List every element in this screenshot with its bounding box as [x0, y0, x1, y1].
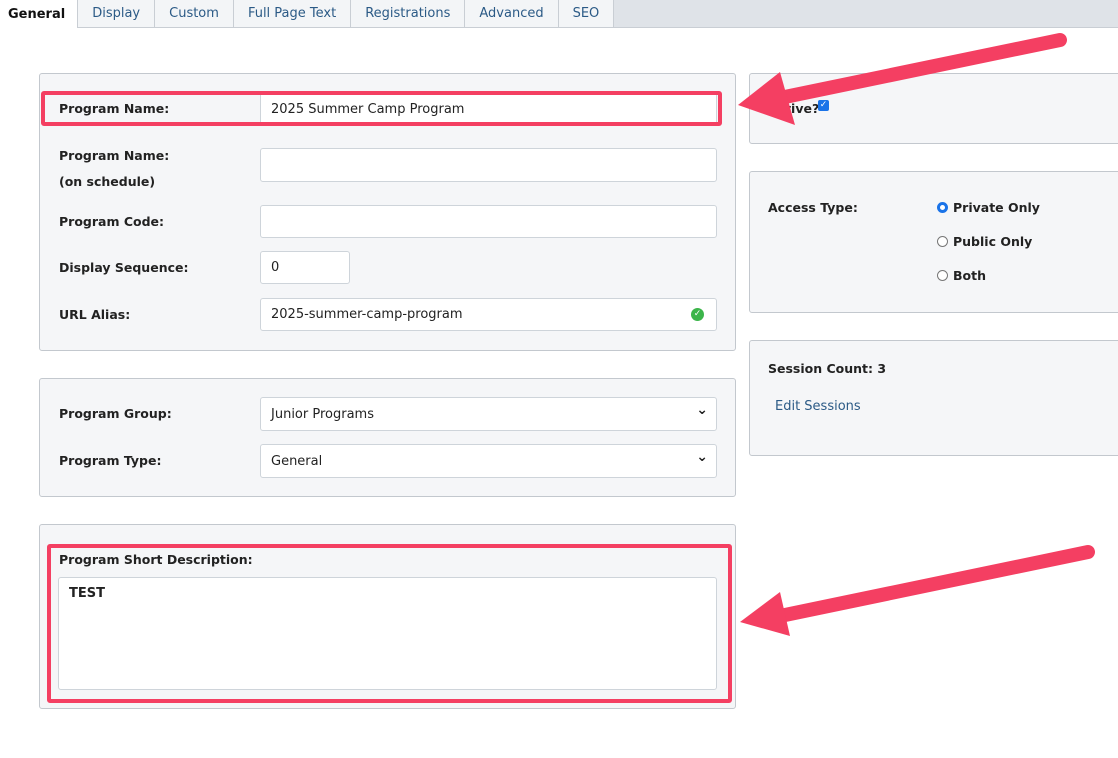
- arrow-icon: [738, 33, 1067, 125]
- annotation-arrows: [738, 33, 1095, 636]
- arrow-icon: [740, 545, 1095, 636]
